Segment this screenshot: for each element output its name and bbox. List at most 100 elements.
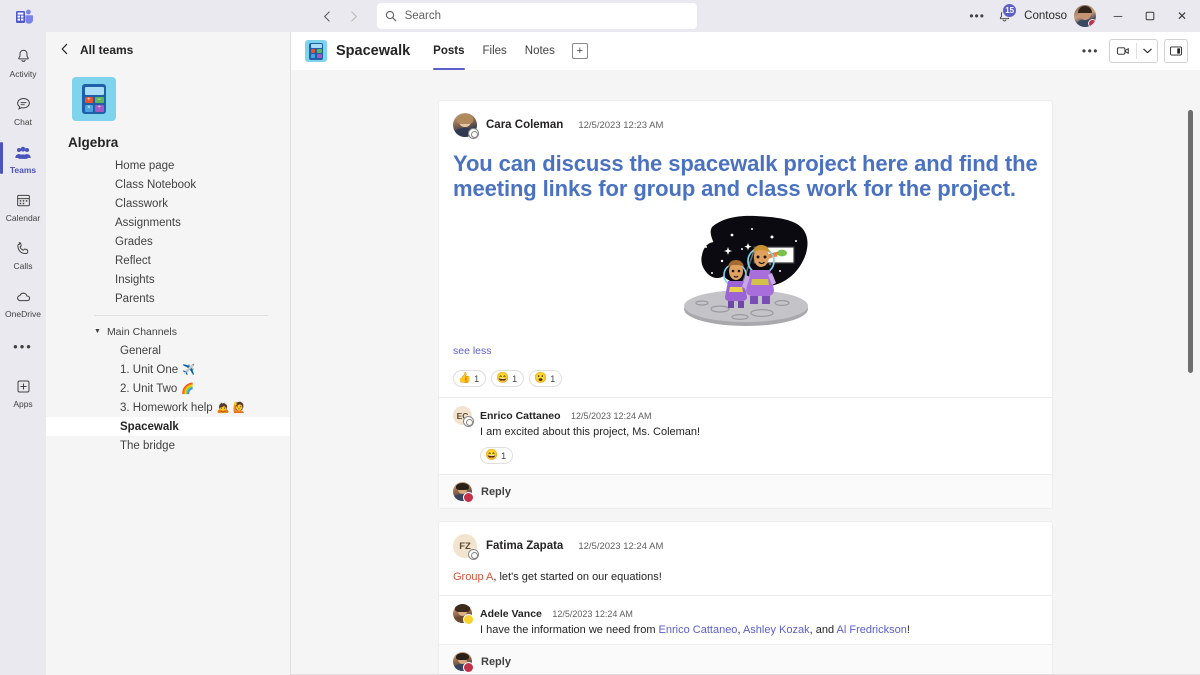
reply-text-lead: I have the information we need from	[480, 624, 659, 636]
user-mention-2[interactable]: Ashley Kozak	[743, 624, 810, 636]
posts-feed: Cara Coleman 12/5/2023 12:23 AM You can …	[291, 70, 1200, 675]
sidebar-item-home-page[interactable]: Home page	[46, 156, 290, 175]
reply-text: I am excited about this project, Ms. Col…	[480, 426, 701, 438]
maximize-button[interactable]	[1134, 0, 1166, 32]
feed-scrollbar[interactable]	[1188, 110, 1193, 373]
airplane-emoji: ✈️	[182, 364, 196, 376]
team-nav-list: Home page Class Notebook Classwork Assig…	[46, 156, 290, 308]
all-teams-label: All teams	[80, 43, 134, 57]
calculator-icon: + − × ÷	[82, 84, 106, 114]
meet-now-button[interactable]	[1109, 39, 1158, 63]
reply-label: Reply	[481, 655, 511, 668]
post-headline: You can discuss the spacewalk project he…	[453, 151, 1038, 201]
sidebar-item-activity[interactable]: Activity	[0, 38, 46, 86]
close-button[interactable]: ✕	[1166, 0, 1198, 32]
tab-posts[interactable]: Posts	[424, 32, 473, 70]
sidebar-item-channel-the-bridge[interactable]: The bridge	[46, 436, 290, 455]
people-emoji: 🙇 🙋	[216, 402, 246, 414]
titlebar-overflow-button[interactable]: •••	[963, 0, 991, 32]
laugh-reaction[interactable]: 😄 1	[491, 370, 525, 387]
teams-window: Search ••• 15 Contoso ─ ✕ Activity Chat …	[0, 0, 1200, 675]
sidebar-item-channel-unit-one[interactable]: 1. Unit One ✈️	[46, 360, 290, 379]
thumbs-up-reaction[interactable]: 👍 1	[453, 370, 487, 387]
group-mention[interactable]: Group A	[453, 571, 493, 583]
avatar	[453, 482, 474, 503]
sidebar-item-assignments[interactable]: Assignments	[46, 213, 290, 232]
calculator-icon	[309, 42, 323, 60]
sidebar-item-classwork[interactable]: Classwork	[46, 194, 290, 213]
posts-list: Cara Coleman 12/5/2023 12:23 AM You can …	[438, 70, 1053, 675]
author-name[interactable]: Enrico Cattaneo	[480, 410, 561, 422]
notifications-button[interactable]: 15	[991, 0, 1018, 32]
see-less-link[interactable]: see less	[453, 345, 1038, 357]
sidebar-item-channel-unit-two[interactable]: 2. Unit Two 🌈	[46, 379, 290, 398]
search-input[interactable]: Search	[376, 3, 697, 29]
reply-bar[interactable]: Reply	[439, 644, 1052, 675]
astronauts-on-moon-illustration	[453, 213, 1038, 331]
timestamp: 12/5/2023 12:24 AM	[552, 609, 633, 619]
sidebar-item-onedrive[interactable]: OneDrive	[0, 278, 46, 326]
user-mention-1[interactable]: Enrico Cattaneo	[659, 624, 738, 636]
sidebar-item-insights[interactable]: Insights	[46, 270, 290, 289]
account-avatar[interactable]	[1074, 5, 1096, 27]
channel-group-label: Main Channels	[106, 325, 177, 338]
post: FZ Fatima Zapata 12/5/2023 12:24 AM Grou…	[438, 521, 1053, 675]
search-icon	[385, 10, 397, 22]
reply-body: Enrico Cattaneo 12/5/2023 12:24 AM I am …	[480, 406, 1038, 468]
avatar	[453, 652, 474, 673]
laugh-emoji: 😄	[496, 372, 510, 384]
post-reactions: 👍 1 😄 1 😮 1	[453, 370, 1038, 387]
channel-group-header[interactable]: ▼ Main Channels	[46, 322, 290, 341]
sidebar-item-reflect[interactable]: Reflect	[46, 251, 290, 270]
all-teams-button[interactable]: All teams	[46, 32, 290, 68]
avatar[interactable]	[453, 604, 474, 625]
surprised-reaction[interactable]: 😮 1	[529, 370, 563, 387]
presence-badge	[468, 128, 479, 139]
avatar[interactable]: FZ	[453, 534, 479, 560]
back-button[interactable]	[315, 3, 341, 29]
post-author-row: FZ Fatima Zapata 12/5/2023 12:24 AM	[453, 534, 1038, 560]
avatar[interactable]: EC	[453, 406, 474, 427]
channel-overflow-button[interactable]: •••	[1078, 44, 1103, 58]
sidebar-item-channel-spacewalk[interactable]: Spacewalk	[46, 417, 290, 436]
sidebar-item-chat[interactable]: Chat	[0, 86, 46, 134]
laugh-reaction[interactable]: 😄 1	[480, 447, 514, 464]
channel-header-left: Spacewalk Posts Files Notes +	[305, 32, 588, 70]
apps-plus-icon	[15, 376, 32, 398]
sidebar-item-calendar[interactable]: Calendar	[0, 182, 46, 230]
team-avatar[interactable]: + − × ÷	[72, 77, 116, 121]
author-name[interactable]: Cara Coleman	[486, 119, 563, 131]
sidebar-item-calls[interactable]: Calls	[0, 230, 46, 278]
tab-notes[interactable]: Notes	[516, 32, 564, 70]
add-tab-button[interactable]: +	[571, 43, 588, 59]
minimize-button[interactable]: ─	[1102, 0, 1134, 32]
sidebar-item-channel-homework-help[interactable]: 3. Homework help 🙇 🙋	[46, 398, 290, 417]
team-sidebar: All teams +− ×÷ Algebra more-options-ico…	[46, 32, 291, 675]
sidebar-item-grades[interactable]: Grades	[46, 232, 290, 251]
sidebar-item-parents[interactable]: Parents	[46, 289, 290, 308]
sidebar-item-channel-general[interactable]: General	[46, 341, 290, 360]
rail-label: Activity	[9, 68, 37, 79]
presence-badge	[463, 662, 474, 673]
sidebar-item-apps[interactable]: Apps	[0, 368, 46, 416]
channel-label: 1. Unit One	[120, 363, 179, 376]
avatar[interactable]	[453, 113, 479, 139]
open-side-pane-button[interactable]	[1164, 39, 1188, 63]
forward-button[interactable]	[341, 3, 367, 29]
timestamp: 12/5/2023 12:24 AM	[578, 540, 664, 552]
user-mention-3[interactable]: Al Fredrickson	[837, 624, 907, 636]
channel-header-actions: •••	[1078, 39, 1188, 63]
sidebar-item-teams[interactable]: Teams	[0, 134, 46, 182]
surprised-emoji: 😮	[534, 372, 548, 384]
post-body: FZ Fatima Zapata 12/5/2023 12:24 AM Grou…	[439, 522, 1052, 595]
author-name[interactable]: Fatima Zapata	[486, 540, 563, 552]
rail-more-apps-button[interactable]: •••	[0, 326, 46, 366]
chevron-down-icon[interactable]	[1137, 40, 1157, 62]
tab-files[interactable]: Files	[474, 32, 516, 70]
author-name[interactable]: Adele Vance	[480, 608, 542, 620]
sidebar-item-class-notebook[interactable]: Class Notebook	[46, 175, 290, 194]
cloud-icon	[14, 286, 32, 308]
reply-bar[interactable]: Reply	[439, 474, 1052, 508]
tenant-name[interactable]: Contoso	[1017, 10, 1074, 22]
teams-logo-icon	[0, 0, 48, 32]
